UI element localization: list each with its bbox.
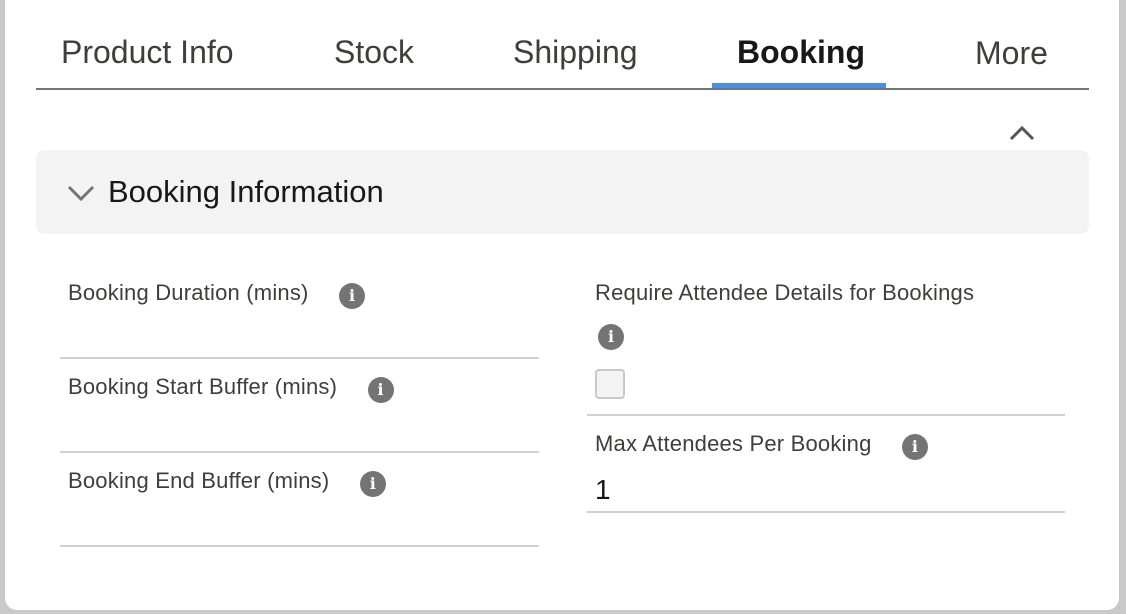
require-attendee-details-label: Require Attendee Details for Bookings <box>595 280 975 305</box>
tab-bar: Product Info Stock Shipping Booking More <box>36 20 1089 90</box>
booking-start-buffer-divider <box>60 451 539 453</box>
section-title: Booking Information <box>108 174 384 209</box>
tab-product-info[interactable]: Product Info <box>61 34 234 71</box>
chevron-up-icon[interactable] <box>1007 123 1037 143</box>
require-attendee-details-field: Require Attendee Details for Bookings <box>595 280 974 306</box>
booking-start-buffer-label: Booking Start Buffer (mins) <box>68 374 338 399</box>
chevron-down-icon <box>67 185 95 202</box>
booking-end-buffer-field[interactable]: Booking End Buffer (mins) i <box>68 468 386 497</box>
tab-shipping[interactable]: Shipping <box>513 34 638 71</box>
tab-more[interactable]: More <box>975 35 1048 72</box>
booking-card: Product Info Stock Shipping Booking More… <box>5 0 1119 610</box>
max-attendees-divider <box>587 511 1065 513</box>
info-icon[interactable]: i <box>339 282 366 309</box>
max-attendees-field: Max Attendees Per Booking i <box>595 431 928 460</box>
booking-duration-field[interactable]: Booking Duration (mins) i <box>68 280 366 309</box>
section-header[interactable]: Booking Information <box>36 150 1089 234</box>
require-attendee-divider <box>587 414 1065 416</box>
booking-end-buffer-divider <box>60 545 539 547</box>
tab-stock[interactable]: Stock <box>334 34 414 71</box>
require-attendee-details-checkbox[interactable] <box>595 369 625 399</box>
max-attendees-label: Max Attendees Per Booking <box>595 431 872 456</box>
booking-duration-label: Booking Duration (mins) <box>68 280 309 305</box>
info-icon[interactable]: i <box>598 324 624 350</box>
booking-end-buffer-label: Booking End Buffer (mins) <box>68 468 330 493</box>
active-tab-indicator <box>712 83 886 88</box>
max-attendees-value[interactable]: 1 <box>595 474 611 506</box>
info-icon[interactable]: i <box>367 376 394 403</box>
info-icon[interactable]: i <box>901 433 928 460</box>
info-icon[interactable]: i <box>359 470 386 497</box>
booking-start-buffer-field[interactable]: Booking Start Buffer (mins) i <box>68 374 394 403</box>
tab-booking[interactable]: Booking <box>737 34 865 71</box>
booking-duration-divider <box>60 357 539 359</box>
